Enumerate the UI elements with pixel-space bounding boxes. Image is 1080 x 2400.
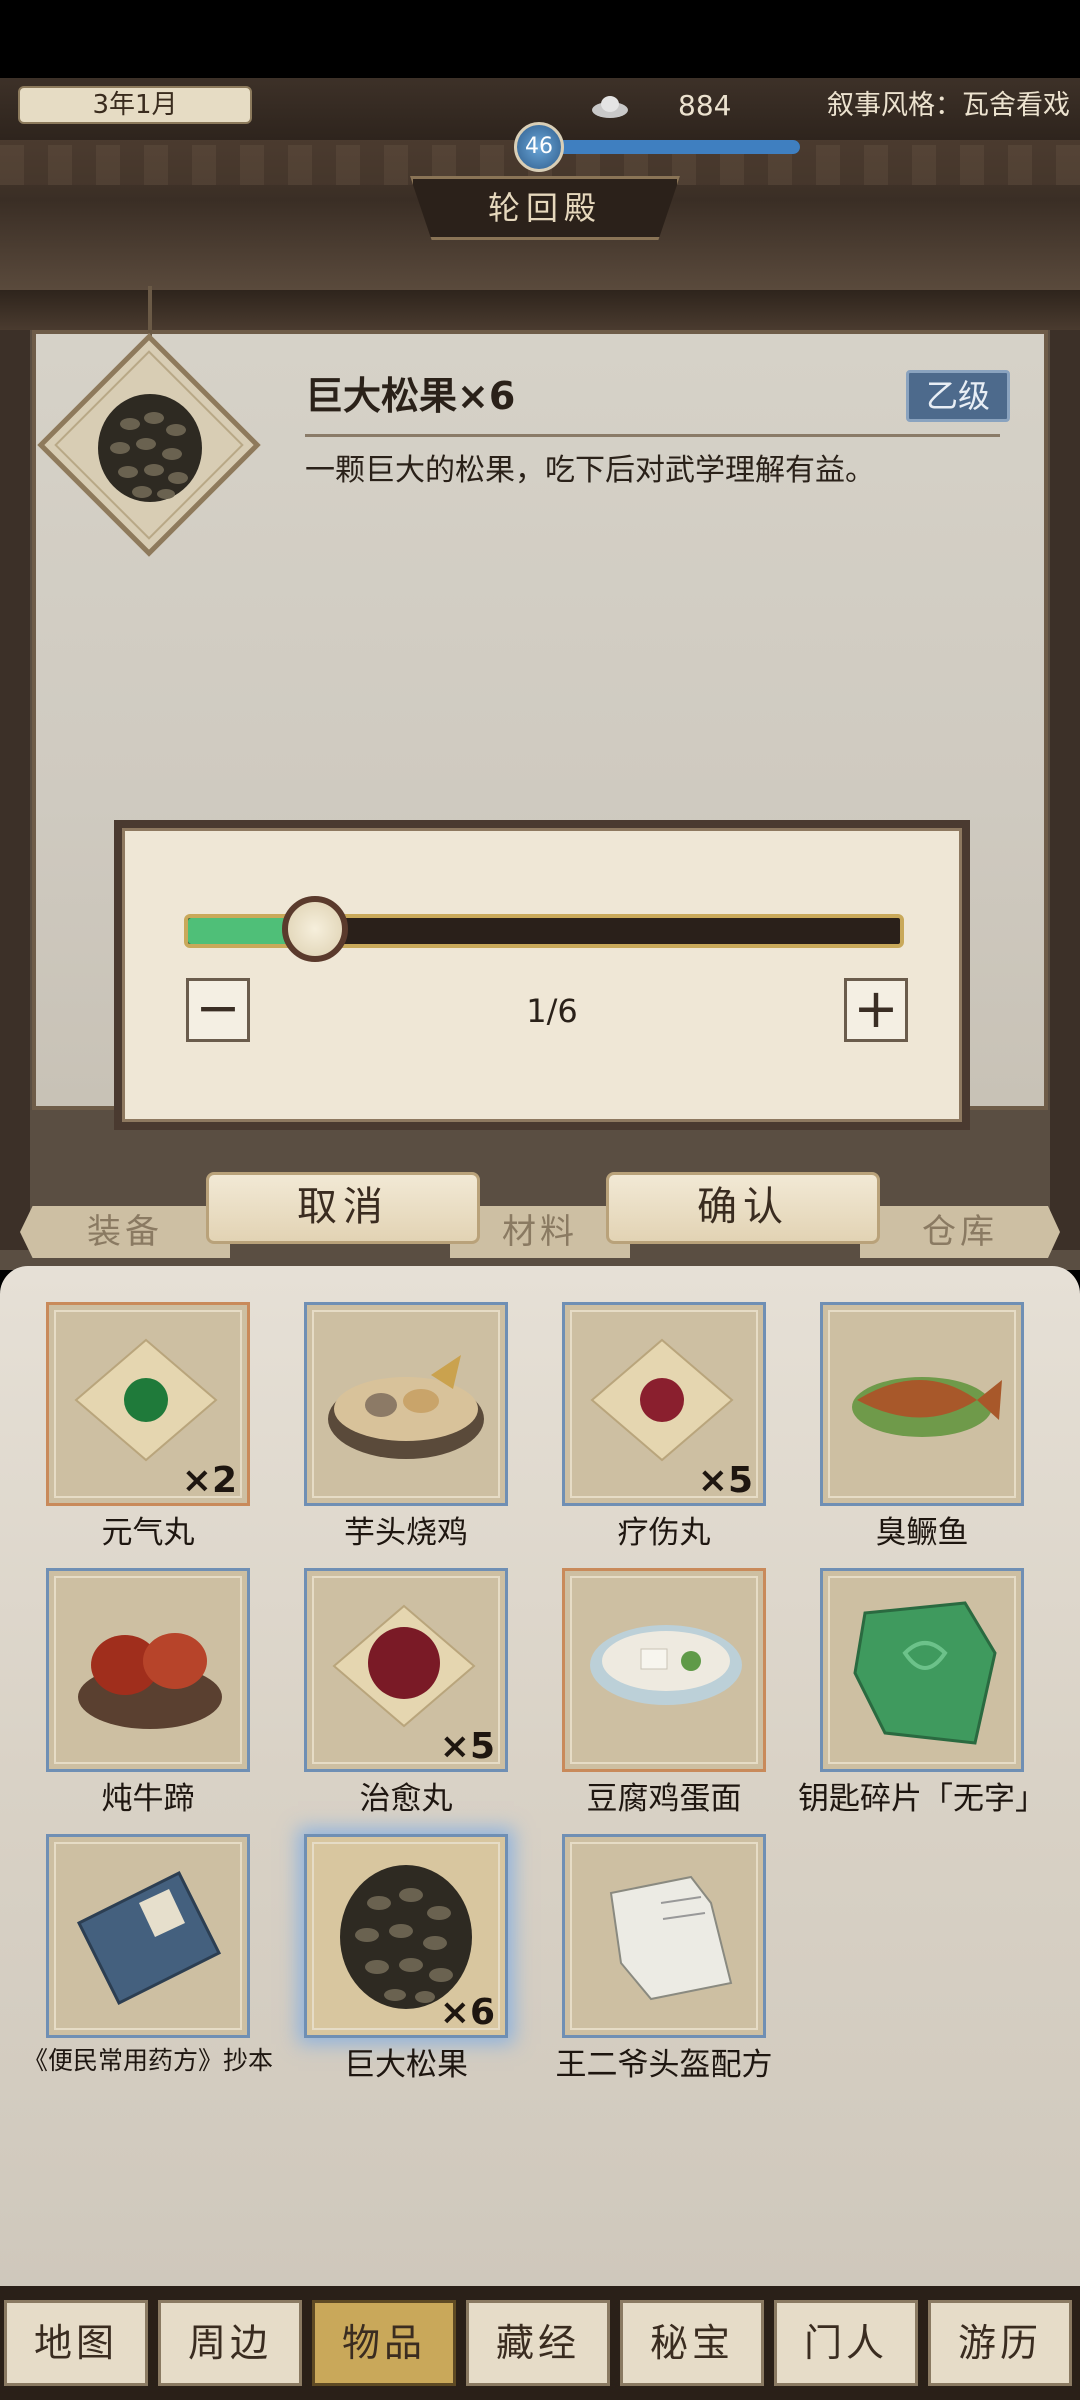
title-divider: [305, 434, 1000, 437]
item-name: 巨大松果: [344, 2047, 468, 2083]
inventory-slot[interactable]: ×5: [562, 1302, 766, 1506]
item-name: 芋头烧鸡: [344, 1515, 468, 1551]
pinecone-icon: [98, 394, 202, 502]
currency-amount: 884: [678, 89, 732, 122]
right-pillar: [1050, 330, 1080, 1250]
inventory-slot[interactable]: ×5: [304, 1568, 508, 1772]
fish-dish-icon: [852, 1377, 1002, 1437]
category-tabs: 装备 材料 仓库: [0, 1200, 1080, 1264]
green-pill-icon: [74, 1338, 218, 1462]
paper-recipe-icon: [609, 1875, 733, 2001]
grade-badge: 乙级: [906, 370, 1010, 422]
nav-travel[interactable]: 游历: [928, 2300, 1072, 2386]
status-bar: [0, 0, 1080, 78]
inventory-slot-selected[interactable]: ×6: [304, 1834, 508, 2038]
nav-items[interactable]: 物品: [312, 2300, 456, 2386]
item-count: ×5: [439, 1726, 495, 1767]
item-count: ×2: [181, 1460, 237, 1501]
tab-equip[interactable]: 装备: [20, 1206, 230, 1258]
wooden-beam: [0, 290, 1080, 330]
inventory-slot[interactable]: [562, 1568, 766, 1772]
inventory-slot[interactable]: [820, 1302, 1024, 1506]
decrease-button[interactable]: −: [186, 978, 250, 1042]
nav-map[interactable]: 地图: [4, 2300, 148, 2386]
currency-display: 884: [582, 84, 782, 128]
nav-surroundings[interactable]: 周边: [158, 2300, 302, 2386]
item-name: 臭鳜鱼: [875, 1515, 969, 1551]
inventory-slot[interactable]: [46, 1568, 250, 1772]
red-pill-icon: [590, 1338, 734, 1462]
item-title: 巨大松果×6: [305, 374, 516, 418]
inventory-slot[interactable]: ×2: [46, 1302, 250, 1506]
nav-disciples[interactable]: 门人: [774, 2300, 918, 2386]
quantity-slider-thumb[interactable]: [282, 896, 348, 962]
experience-bar: [540, 140, 800, 154]
beef-hoof-stew-icon: [78, 1633, 222, 1729]
noodle-bowl-icon: [590, 1625, 742, 1705]
book-icon: [76, 1870, 222, 2006]
cancel-button[interactable]: 取消: [206, 1172, 480, 1244]
item-name: 治愈丸: [359, 1781, 453, 1817]
quantity-dialog: − 1/6 +: [114, 820, 970, 1130]
item-count: ×6: [439, 1992, 495, 2033]
jade-key-fragment-icon: [853, 1601, 997, 1745]
nav-scriptures[interactable]: 藏经: [466, 2300, 610, 2386]
inventory-slot[interactable]: [46, 1834, 250, 2038]
level-badge: 46: [514, 122, 564, 172]
tab-storage[interactable]: 仓库: [860, 1206, 1060, 1258]
inventory-slot[interactable]: [304, 1302, 508, 1506]
hall-title: 轮回殿: [487, 189, 602, 227]
item-name: 豆腐鸡蛋面: [586, 1781, 742, 1817]
inventory-slot[interactable]: [562, 1834, 766, 2038]
item-description: 一颗巨大的松果，吃下后对武学理解有益。: [305, 453, 875, 488]
silver-ingot-icon: [592, 96, 628, 118]
inventory-slot[interactable]: [820, 1568, 1024, 1772]
item-name: 疗伤丸: [617, 1515, 711, 1551]
confirm-button[interactable]: 确认: [606, 1172, 880, 1244]
healing-pill-icon: [332, 1604, 476, 1728]
quantity-value: 1/6: [526, 992, 578, 1030]
item-name: 元气丸: [101, 1515, 195, 1551]
nav-treasures[interactable]: 秘宝: [620, 2300, 764, 2386]
experience-bar-fill: [540, 140, 800, 154]
left-pillar: [0, 330, 30, 1250]
narrative-style[interactable]: 叙事风格：瓦舍看戏: [808, 84, 1070, 128]
item-name: 炖牛蹄: [101, 1781, 195, 1817]
item-name: 王二爷头盔配方: [555, 2047, 773, 2083]
taro-chicken-bowl-icon: [328, 1355, 484, 1459]
item-count: ×5: [697, 1460, 753, 1501]
game-date: 3年1月: [18, 86, 252, 124]
increase-button[interactable]: +: [844, 978, 908, 1042]
item-name: 《便民常用药方》抄本: [22, 2046, 273, 2075]
item-name: 钥匙碎片「无字」: [798, 1781, 1046, 1817]
